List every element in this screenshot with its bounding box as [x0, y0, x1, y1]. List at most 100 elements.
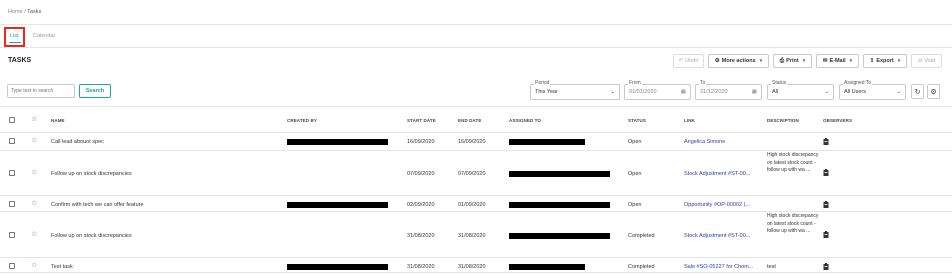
link[interactable]: Opportunity #OP-00002 (...	[684, 202, 750, 208]
link[interactable]: Stock Adjustment #ST-00...	[684, 233, 750, 239]
task-name[interactable]: Test task	[51, 264, 73, 270]
created-by-redacted	[287, 139, 388, 145]
column-header-status[interactable]: STATUS	[628, 118, 646, 123]
clipboard-icon	[823, 201, 829, 208]
void-icon: ⊘	[917, 58, 923, 64]
chevron-down-icon: ⌄	[896, 89, 901, 95]
column-header-link[interactable]: LINK	[684, 118, 695, 123]
end-date: 07/09/2020	[458, 171, 486, 177]
status: Completed	[628, 233, 655, 239]
gear-icon: ⚙	[930, 88, 937, 96]
assigned-to-redacted	[509, 264, 585, 270]
clipboard-icon	[823, 263, 829, 270]
link[interactable]: Angelica Simone	[684, 139, 725, 145]
star-icon[interactable]: ☆	[31, 200, 37, 207]
calendar-icon: ▦	[751, 89, 757, 95]
settings-button[interactable]: ⚙	[927, 84, 940, 99]
created-by-redacted	[287, 202, 388, 208]
start-date: 31/08/2020	[407, 264, 435, 270]
page-title: TASKS	[8, 57, 32, 64]
export-button[interactable]: ⇪ Export ▾	[863, 54, 907, 68]
breadcrumb-home[interactable]: Home	[8, 9, 23, 15]
star-icon[interactable]: ☆	[31, 231, 37, 238]
print-icon: ⎙	[779, 57, 785, 64]
status-select[interactable]: All ⌄ Status	[767, 81, 834, 100]
end-date: 31/08/2020	[458, 264, 486, 270]
clipboard-icon	[823, 138, 829, 145]
print-button[interactable]: ⎙ Print ▾	[773, 54, 812, 68]
calendar-icon: ▦	[680, 89, 686, 95]
to-date-field[interactable]: 31/12/2020 ▦ To	[695, 81, 762, 100]
start-date: 02/09/2020	[407, 202, 435, 208]
star-icon[interactable]: ☆	[31, 169, 37, 176]
link[interactable]: Sale #SO-05227 for Chom...	[684, 264, 753, 270]
star-icon[interactable]: ☆	[31, 262, 37, 269]
mail-icon: ✉	[822, 58, 828, 64]
status: Open	[628, 202, 642, 208]
breadcrumb-separator: /	[24, 9, 26, 15]
start-date: 07/09/2020	[407, 171, 435, 177]
breadcrumb-current: Tasks	[27, 9, 42, 15]
star-icon[interactable]: ☆	[31, 116, 37, 123]
tab-calendar[interactable]: Calendar	[33, 33, 55, 39]
column-header-start-date[interactable]: START DATE	[407, 118, 436, 123]
description: High stock discrepancy on latest stock c…	[767, 152, 819, 173]
export-icon: ⇪	[869, 58, 875, 64]
select-all-checkbox[interactable]	[9, 117, 15, 123]
chevron-down-icon: ▾	[759, 58, 763, 64]
row-checkbox[interactable]	[9, 201, 15, 207]
void-button[interactable]: ⊘ Void	[911, 54, 942, 68]
end-date: 01/09/2020	[458, 202, 486, 208]
start-date: 31/08/2020	[407, 233, 435, 239]
clipboard-icon	[823, 231, 829, 238]
task-name[interactable]: Follow up on stock discrepancies	[51, 233, 132, 239]
assigned-to-redacted	[509, 202, 610, 208]
from-date-field[interactable]: 01/01/2020 ▦ From	[624, 81, 691, 100]
end-date: 16/09/2020	[458, 139, 486, 145]
breadcrumb: Home / Tasks	[8, 9, 41, 15]
status: Open	[628, 171, 642, 177]
chevron-down-icon: ▾	[802, 58, 806, 64]
status: Completed	[628, 264, 655, 270]
chevron-down-icon: ⌄	[610, 89, 615, 95]
end-date: 31/08/2020	[458, 233, 486, 239]
assigned-to-select[interactable]: All Users ⌄ Assigned To	[839, 81, 906, 100]
task-name[interactable]: Confirm with tech we can offer feature	[51, 202, 144, 208]
more-actions-button[interactable]: ⚙ More actions ▾	[708, 54, 769, 68]
assigned-to-redacted	[509, 139, 585, 145]
clipboard-icon	[823, 169, 829, 176]
undo-icon: ↶	[678, 58, 684, 64]
column-header-end-date[interactable]: END DATE	[458, 118, 481, 123]
assigned-to-redacted	[509, 233, 610, 239]
status: Open	[628, 139, 642, 145]
description: test	[767, 264, 776, 270]
column-header-assigned-to[interactable]: ASSIGNED TO	[509, 118, 541, 123]
tab-list[interactable]: List	[10, 33, 19, 39]
email-button[interactable]: ✉ E-Mail ▾	[816, 54, 859, 68]
column-header-created-by[interactable]: CREATED BY	[287, 118, 317, 123]
search-button[interactable]: Search	[79, 84, 111, 98]
row-checkbox[interactable]	[9, 138, 15, 144]
refresh-icon: ↻	[914, 88, 921, 96]
link[interactable]: Stock Adjustment #ST-00...	[684, 171, 750, 177]
undo-button[interactable]: ↶ Undo	[673, 54, 704, 68]
row-checkbox[interactable]	[9, 232, 15, 238]
refresh-button[interactable]: ↻	[911, 84, 924, 99]
start-date: 16/09/2020	[407, 139, 435, 145]
tab-list-underline	[9, 42, 21, 43]
row-checkbox[interactable]	[9, 263, 15, 269]
star-icon[interactable]: ☆	[31, 137, 37, 144]
column-header-observers[interactable]: OBSERVERS	[823, 118, 852, 123]
row-checkbox[interactable]	[9, 170, 15, 176]
assigned-to-redacted	[509, 171, 610, 177]
column-header-name[interactable]: NAME	[51, 118, 65, 123]
description: High stock discrepancy on latest stock c…	[767, 213, 819, 234]
task-name[interactable]: Follow up on stock discrepancies	[51, 171, 132, 177]
created-by-redacted	[287, 264, 388, 270]
task-name[interactable]: Call lead abouot spec	[51, 139, 104, 145]
period-select[interactable]: This Year ⌄ Period	[530, 81, 620, 100]
column-header-description[interactable]: DESCRIPTION	[767, 118, 799, 123]
chevron-down-icon: ⌄	[824, 89, 829, 95]
chevron-down-icon: ▾	[849, 58, 853, 64]
search-input[interactable]	[7, 84, 75, 98]
